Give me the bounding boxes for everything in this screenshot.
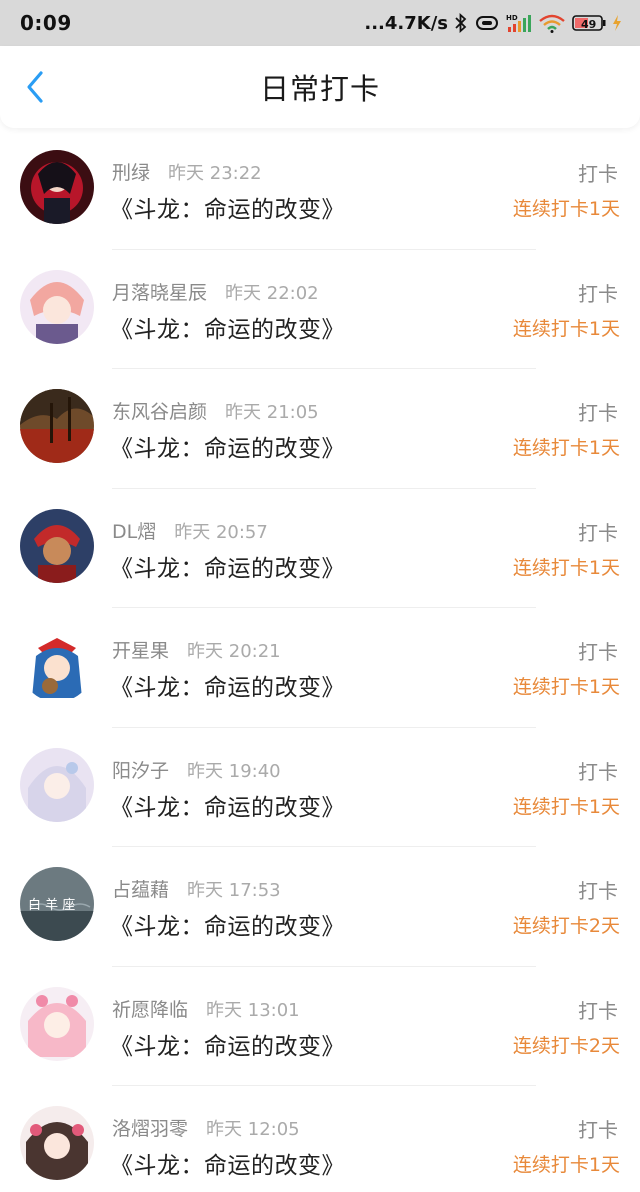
checkin-tag: 打卡 xyxy=(578,281,618,306)
status-time: 0:09 xyxy=(20,11,72,35)
book-title: 《斗龙：命运的改变》 xyxy=(110,316,345,343)
book-title: 《斗龙：命运的改变》 xyxy=(110,197,345,223)
streak-label: 连续打卡1天 xyxy=(512,676,620,698)
avatar[interactable]: 白 羊 座 xyxy=(20,867,94,941)
chevron-left-icon xyxy=(27,71,43,103)
name-line: 占蕴藉 昨天 17:53 xyxy=(112,875,281,902)
checkin-tag: 打卡 xyxy=(578,520,618,545)
name-line: 刑绿 昨天 23:22 xyxy=(112,158,262,185)
vibrate-icon xyxy=(474,14,500,32)
checkin-time: 昨天 20:57 xyxy=(174,521,268,543)
name-line: 开星果 昨天 20:21 xyxy=(112,636,281,663)
streak-label: 连续打卡2天 xyxy=(512,915,620,937)
checkin-tag: 打卡 xyxy=(578,998,618,1023)
name-line: 祈愿降临 昨天 13:01 xyxy=(112,995,300,1022)
book-title: 《斗龙：命运的改变》 xyxy=(110,555,345,582)
book-title: 《斗龙：命运的改变》 xyxy=(110,794,345,821)
user-name: 阳汐子 xyxy=(112,759,170,782)
avatar[interactable] xyxy=(20,747,94,822)
checkin-tag: 打卡 xyxy=(578,879,618,903)
checkin-time: 昨天 20:21 xyxy=(187,641,281,662)
streak-label: 连续打卡1天 xyxy=(512,317,620,340)
checkin-time: 昨天 21:05 xyxy=(225,402,319,423)
checkin-row[interactable]: 刑绿 昨天 23:22 《斗龙：命运的改变》 打卡 连续打卡1天 xyxy=(0,130,640,250)
status-icons: ...4.7K/s HD 49 xyxy=(364,13,622,34)
streak-label: 连续打卡1天 xyxy=(512,437,620,459)
status-bar: 0:09 ...4.7K/s HD 49 xyxy=(0,0,640,46)
book-title: 《斗龙：命运的改变》 xyxy=(110,436,345,462)
book-title: 《斗龙：命运的改变》 xyxy=(110,914,345,940)
name-line: DL熠 昨天 20:57 xyxy=(112,517,268,544)
user-name: 洛熠羽零 xyxy=(112,1118,189,1140)
checkin-row[interactable]: 月落晓星辰 昨天 22:02 《斗龙：命运的改变》 打卡 连续打卡1天 xyxy=(0,250,640,369)
svg-text:HD: HD xyxy=(506,14,518,22)
signal-icon: HD xyxy=(506,13,532,33)
checkin-tag: 打卡 xyxy=(578,162,618,186)
checkin-tag: 打卡 xyxy=(578,1118,618,1142)
book-title: 《斗龙：命运的改变》 xyxy=(110,1153,345,1179)
checkin-time: 昨天 12:05 xyxy=(206,1119,300,1140)
checkin-time: 昨天 22:02 xyxy=(225,282,319,304)
avatar[interactable] xyxy=(20,628,94,702)
user-name: 月落晓星辰 xyxy=(112,281,208,304)
charging-icon xyxy=(612,14,622,32)
avatar[interactable] xyxy=(20,508,94,583)
name-line: 洛熠羽零 昨天 12:05 xyxy=(112,1114,300,1141)
checkin-time: 昨天 17:53 xyxy=(187,880,281,901)
header: 日常打卡 xyxy=(0,46,640,128)
checkin-row[interactable]: 白 羊 座 占蕴藉 昨天 17:53 《斗龙：命运的改变》 打卡 连续打卡2天 xyxy=(0,847,640,967)
avatar[interactable] xyxy=(20,1106,94,1180)
checkin-tag: 打卡 xyxy=(578,640,618,664)
back-button[interactable] xyxy=(18,70,52,104)
streak-label: 连续打卡1天 xyxy=(512,1154,620,1176)
checkin-time: 昨天 23:22 xyxy=(168,163,262,184)
bluetooth-icon xyxy=(454,13,468,33)
name-line: 月落晓星辰 昨天 22:02 xyxy=(112,278,319,305)
checkin-row[interactable]: 阳汐子 昨天 19:40 《斗龙：命运的改变》 打卡 连续打卡1天 xyxy=(0,728,640,847)
checkin-row[interactable]: 开星果 昨天 20:21 《斗龙：命运的改变》 打卡 连续打卡1天 xyxy=(0,608,640,728)
checkin-list: 刑绿 昨天 23:22 《斗龙：命运的改变》 打卡 连续打卡1天 月落晓星辰 昨天 … xyxy=(0,130,640,1192)
page-title: 日常打卡 xyxy=(259,72,380,106)
checkin-tag: 打卡 xyxy=(578,401,618,425)
avatar[interactable] xyxy=(20,269,94,344)
user-name: 刑绿 xyxy=(112,162,151,184)
battery-level: 49 xyxy=(581,18,596,31)
checkin-tag: 打卡 xyxy=(578,759,618,784)
user-name: 占蕴藉 xyxy=(112,879,170,901)
checkin-time: 昨天 19:40 xyxy=(187,760,281,782)
name-line: 东风谷启颜 昨天 21:05 xyxy=(112,397,319,424)
wifi-icon xyxy=(538,13,566,33)
avatar[interactable] xyxy=(20,150,94,224)
checkin-row[interactable]: 祈愿降临 昨天 13:01 《斗龙：命运的改变》 打卡 连续打卡2天 xyxy=(0,967,640,1086)
user-name: 开星果 xyxy=(112,640,170,662)
avatar[interactable] xyxy=(20,986,94,1061)
book-title: 《斗龙：命运的改变》 xyxy=(110,675,345,701)
checkin-time: 昨天 13:01 xyxy=(206,999,300,1021)
streak-label: 连续打卡1天 xyxy=(512,795,620,818)
checkin-row[interactable]: 洛熠羽零 昨天 12:05 《斗龙：命运的改变》 打卡 连续打卡1天 xyxy=(0,1086,640,1192)
user-name: 东风谷启颜 xyxy=(112,401,208,423)
name-line: 阳汐子 昨天 19:40 xyxy=(112,756,281,783)
user-name: DL熠 xyxy=(112,520,157,543)
streak-label: 连续打卡1天 xyxy=(512,198,620,220)
battery-icon: 49 xyxy=(572,14,606,32)
user-name: 祈愿降临 xyxy=(112,998,189,1021)
avatar-watermark: 白 羊 座 xyxy=(28,897,75,913)
book-title: 《斗龙：命运的改变》 xyxy=(110,1033,345,1060)
network-speed: ...4.7K/s xyxy=(364,12,448,34)
streak-label: 连续打卡1天 xyxy=(512,556,620,579)
checkin-row[interactable]: DL熠 昨天 20:57 《斗龙：命运的改变》 打卡 连续打卡1天 xyxy=(0,489,640,608)
checkin-row[interactable]: 东风谷启颜 昨天 21:05 《斗龙：命运的改变》 打卡 连续打卡1天 xyxy=(0,369,640,489)
avatar[interactable] xyxy=(20,389,94,463)
streak-label: 连续打卡2天 xyxy=(512,1034,620,1057)
